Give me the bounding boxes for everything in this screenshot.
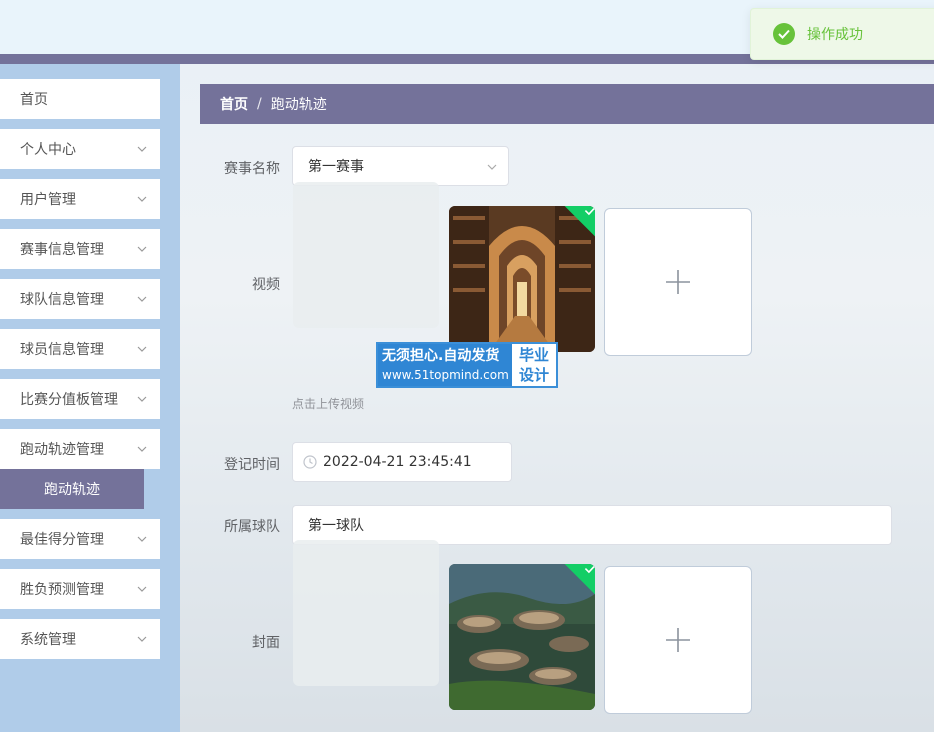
video-thumbnail-dragging <box>293 182 439 328</box>
sidebar-item-label: 个人中心 <box>20 142 76 158</box>
sidebar-item-scoreboard[interactable]: 比赛分值板管理 <box>0 379 160 419</box>
chevron-down-icon <box>137 536 147 542</box>
chevron-down-icon <box>137 396 147 402</box>
watermark-right1: 毕业 <box>518 346 549 364</box>
sidebar-item-events[interactable]: 赛事信息管理 <box>0 229 160 269</box>
video-label: 视频 <box>252 277 280 293</box>
sidebar-item-label: 最佳得分管理 <box>20 532 104 548</box>
breadcrumb-separator: / <box>257 96 262 112</box>
sidebar-item-teams[interactable]: 球队信息管理 <box>0 279 160 319</box>
chevron-down-icon <box>137 196 147 202</box>
chevron-down-icon <box>137 296 147 302</box>
toast-message: 操作成功 <box>807 27 863 43</box>
cover-label: 封面 <box>252 635 280 651</box>
watermark-line2: www.51topmind.com <box>382 368 509 382</box>
sidebar-item-label: 赛事信息管理 <box>20 242 104 258</box>
watermark-line1: 无须担心.自动发货 <box>382 348 500 364</box>
sidebar-item-label: 用户管理 <box>20 192 76 208</box>
sidebar-item-label: 首页 <box>20 92 48 108</box>
cover-thumbnail-dragging <box>293 540 439 686</box>
sidebar-item-label: 胜负预测管理 <box>20 582 104 598</box>
sidebar-subitem-label: 跑动轨迹 <box>44 482 100 498</box>
sidebar-item-label: 比赛分值板管理 <box>20 392 118 408</box>
sidebar-item-label: 跑动轨迹管理 <box>20 442 104 458</box>
success-toast: 操作成功 <box>750 8 934 60</box>
chevron-down-icon <box>137 346 147 352</box>
video-upload-hint: 点击上传视频 <box>292 397 365 411</box>
chevron-down-icon <box>487 164 497 170</box>
watermark-badge: 无须担心.自动发货 www.51topmind.com 毕业 设计 <box>376 342 558 388</box>
main-content: 首页 / 跑动轨迹 赛事名称 第一赛事 视频 点击上传视频 无须担心.自动发货 … <box>180 64 934 732</box>
sidebar-item-predictions[interactable]: 胜负预测管理 <box>0 569 160 609</box>
register-time-label: 登记时间 <box>224 457 280 473</box>
sidebar-item-players[interactable]: 球员信息管理 <box>0 329 160 369</box>
team-input[interactable]: 第一球队 <box>292 505 892 545</box>
cover-upload-button[interactable] <box>604 566 752 714</box>
village-image <box>449 564 595 710</box>
plus-icon <box>666 628 690 652</box>
video-thumbnail[interactable] <box>449 206 595 352</box>
video-upload-button[interactable] <box>604 208 752 356</box>
breadcrumb: 首页 / 跑动轨迹 <box>200 84 934 124</box>
event-name-value: 第一赛事 <box>308 159 364 175</box>
sidebar-item-users[interactable]: 用户管理 <box>0 179 160 219</box>
sidebar-item-label: 系统管理 <box>20 632 76 648</box>
sidebar-item-tracks[interactable]: 跑动轨迹管理 <box>0 429 160 469</box>
sidebar-subitem-tracks[interactable]: 跑动轨迹 <box>0 469 144 509</box>
sidebar-item-system[interactable]: 系统管理 <box>0 619 160 659</box>
sidebar-item-best-score[interactable]: 最佳得分管理 <box>0 519 160 559</box>
clock-icon <box>303 455 317 469</box>
chevron-down-icon <box>137 586 147 592</box>
team-label: 所属球队 <box>224 519 280 535</box>
register-time-picker[interactable]: 2022-04-21 23:45:41 <box>292 442 512 482</box>
watermark-right2: 设计 <box>518 366 549 384</box>
check-circle-icon <box>773 23 795 45</box>
breadcrumb-home[interactable]: 首页 <box>220 94 248 114</box>
register-time-value: 2022-04-21 23:45:41 <box>323 454 472 470</box>
event-name-label: 赛事名称 <box>224 161 280 177</box>
chevron-down-icon <box>137 446 147 452</box>
sidebar-item-label: 球员信息管理 <box>20 342 104 358</box>
sidebar-item-profile[interactable]: 个人中心 <box>0 129 160 169</box>
cover-thumbnail[interactable] <box>449 564 595 710</box>
breadcrumb-current: 跑动轨迹 <box>270 97 327 113</box>
chevron-down-icon <box>137 246 147 252</box>
chevron-down-icon <box>137 636 147 642</box>
plus-icon <box>666 270 690 294</box>
sidebar-item-home[interactable]: 首页 <box>0 79 160 119</box>
event-name-select[interactable]: 第一赛事 <box>292 146 509 186</box>
library-image <box>449 206 595 352</box>
sidebar-item-label: 球队信息管理 <box>20 292 104 308</box>
team-value: 第一球队 <box>308 518 364 534</box>
chevron-down-icon <box>137 146 147 152</box>
